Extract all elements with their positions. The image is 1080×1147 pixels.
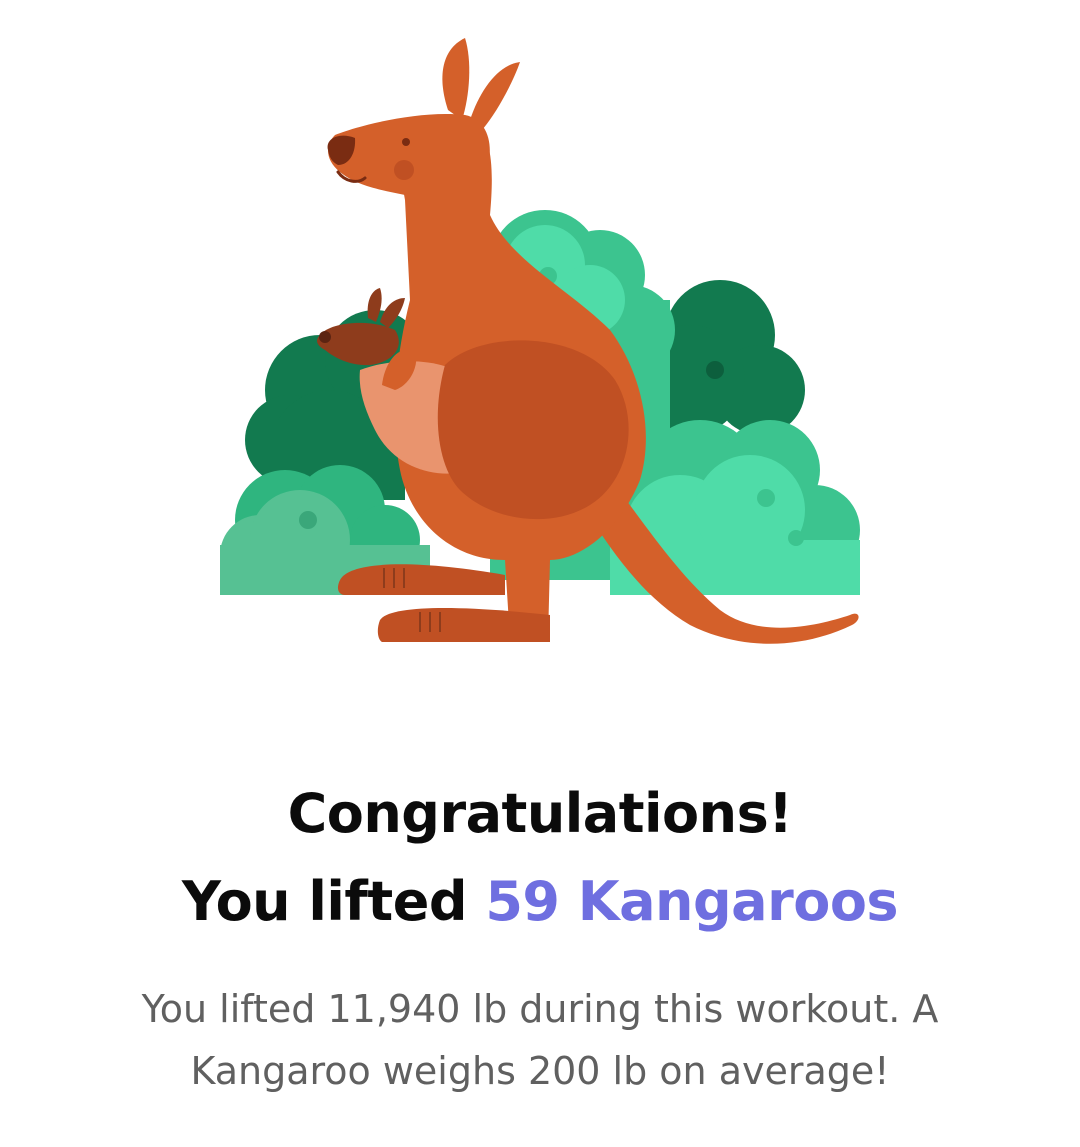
weight-description: You lifted 11,940 lb during this workout…	[141, 987, 939, 1093]
kangaroo-thigh	[437, 340, 629, 520]
lifted-prefix: You lifted	[181, 870, 468, 933]
kangaroo-back-foot	[337, 564, 505, 595]
kangaroo-ear-right	[470, 62, 520, 130]
congratulations-title: Congratulations!	[287, 782, 793, 845]
kangaroo-illustration	[220, 38, 860, 644]
kangaroo-front-foot	[377, 608, 550, 642]
lifted-summary: You lifted 59 Kangaroos	[0, 866, 1080, 938]
animal-count: 59 Kangaroos	[485, 870, 899, 933]
kangaroo-cheek	[394, 160, 414, 180]
kangaroo-head	[328, 114, 490, 197]
kangaroo-eye	[402, 138, 410, 146]
kangaroo-ear-left	[442, 38, 470, 120]
